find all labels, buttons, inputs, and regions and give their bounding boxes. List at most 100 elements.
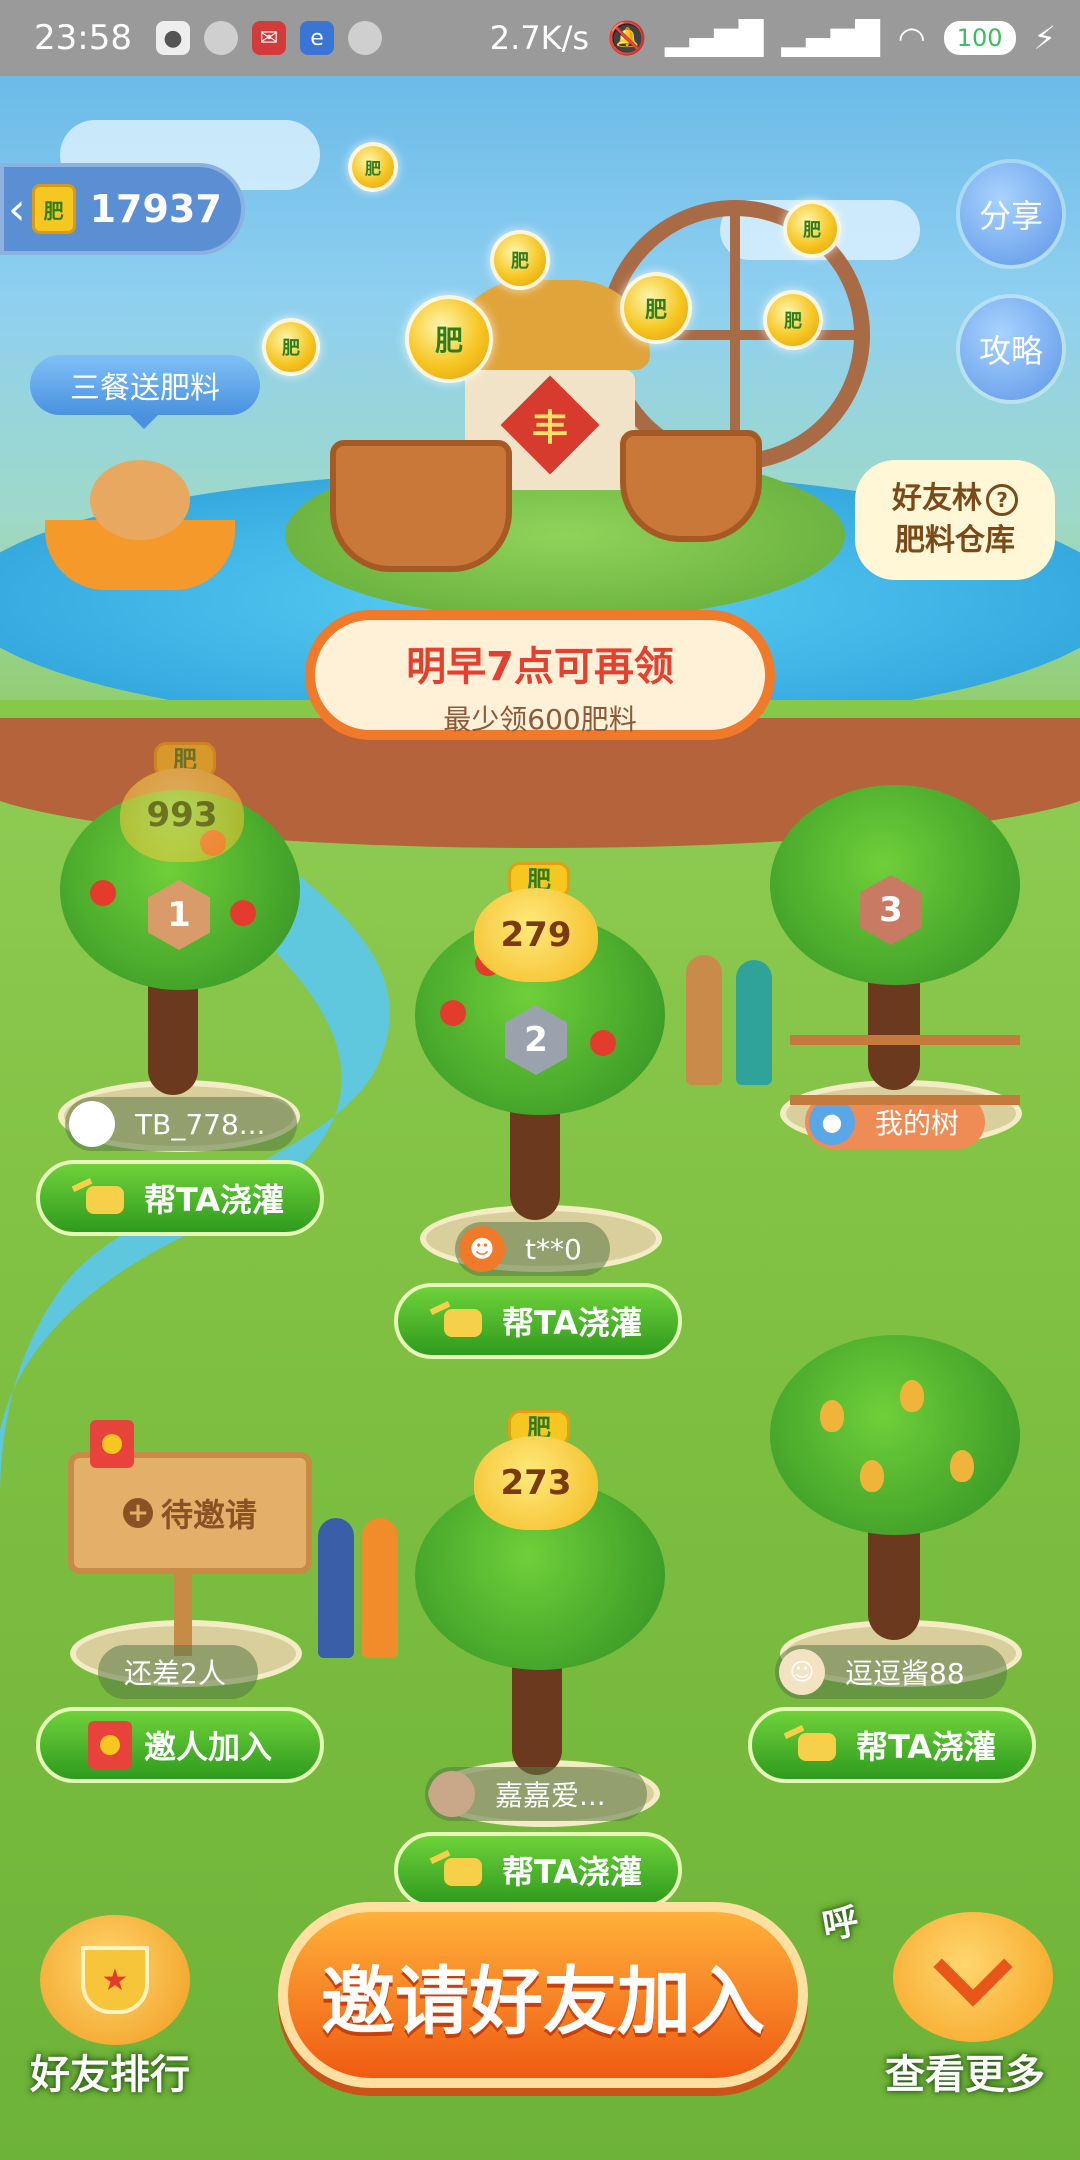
plus-icon: + [122,1498,153,1528]
battery-indicator: 100 [943,21,1016,55]
browser-icon: e [299,21,334,55]
apple [440,1000,466,1026]
apple [590,1030,616,1056]
invite-need-text: 还差2人 [124,1657,226,1690]
friend-name: 嘉嘉爱... [495,1779,606,1812]
fertilizer-pot[interactable]: 肥 279 [474,862,598,982]
net-speed: 2.7K/s [489,19,590,57]
circle-icon [203,21,238,55]
boy-figure [318,1518,354,1658]
watering-can-icon [434,1850,490,1890]
view-more-button[interactable] [893,1912,1053,2042]
fertilizer-pot[interactable]: 肥 273 [474,1410,598,1530]
avatar [429,1771,475,1817]
red-packet-icon [90,1420,134,1468]
signal-hd-icon: ▂▄▆█ [781,19,880,57]
pot-amount: 279 [474,888,598,982]
status-time: 23:58 [34,18,132,58]
status-bar: 23:58 ● ✉ e 2.7K/s 🔕 ▂▄▆█ ▂▄▆█ ◠ 100 ⚡ [0,0,1080,76]
friend-ranking-button[interactable]: ★ [40,1915,190,2045]
red-packet-icon [87,1721,132,1769]
invite-friends-button[interactable]: 邀请好友加入 [278,1902,808,2088]
invite-join-button[interactable]: 邀人加入 [36,1707,324,1783]
pear [950,1450,974,1482]
charging-icon: ⚡ [1033,19,1056,57]
friend-name-pill: ☺ 逗逗酱88 [775,1645,1007,1699]
friend-ranking-label[interactable]: 好友排行 [30,2042,190,2100]
next-claim-notice[interactable]: 明早7点可再领 最少领600肥料 [305,610,775,740]
harvest-sign: 丰 [500,375,600,475]
mute-icon: 🔕 [607,19,647,57]
water-button-label: 帮TA浇灌 [855,1728,997,1766]
share-button[interactable]: 分享 [960,163,1062,265]
balance-pill[interactable]: ‹ 肥 17937 [0,163,245,255]
notice-title: 明早7点可再领 [406,644,674,690]
back-icon[interactable]: ‹ [8,184,26,235]
wooden-fence [790,1035,1020,1105]
guide-button[interactable]: 攻略 [960,298,1062,400]
fertilizer-pot[interactable]: 肥 993 [120,742,244,862]
friend-name: TB_778... [135,1107,266,1141]
fertilizer-bubble[interactable]: 肥 [783,200,841,258]
watering-can-icon [788,1725,844,1765]
apple [230,900,256,926]
sticker-text: 呼 [819,1901,862,1948]
status-right: 2.7K/s 🔕 ▂▄▆█ ▂▄▆█ ◠ 100 ⚡ [490,0,1056,76]
fertilizer-bag-icon: 肥 [31,184,76,234]
fertilizer-bubble[interactable]: 肥 [348,142,398,192]
water-friend-button[interactable]: 帮TA浇灌 [748,1707,1036,1783]
fertilizer-warehouse-button[interactable]: 好友林? 肥料仓库 [855,460,1055,580]
water-friend-button[interactable]: 帮TA浇灌 [36,1160,324,1236]
grandma-figure [736,960,772,1085]
fertilizer-bubble[interactable]: 肥 [490,230,550,290]
fertilizer-bubble[interactable]: 肥 [620,272,692,344]
avatar: ● [809,1099,855,1145]
fertilizer-bubble[interactable]: 肥 [763,290,823,350]
pear [860,1460,884,1492]
water-button-label: 帮TA浇灌 [501,1304,643,1342]
friend-name-pill: ☻ t**0 [455,1222,610,1276]
pear [900,1380,924,1412]
pot-amount: 993 [120,768,244,862]
meal-fertilizer-tip[interactable]: 三餐送肥料 [30,355,260,429]
apple [90,880,116,906]
girl-figure [362,1518,398,1658]
watering-can-icon [434,1301,490,1341]
sign-post [174,1566,192,1656]
avatar: ☺ [779,1649,825,1695]
circle-icon [347,21,382,55]
water-friend-button[interactable]: 帮TA浇灌 [394,1832,682,1908]
friend-name: t**0 [525,1232,582,1266]
harvest-sign-text: 丰 [531,408,568,449]
post-icon: ✉ [251,21,286,55]
farm-screen: 23:58 ● ✉ e 2.7K/s 🔕 ▂▄▆█ ▂▄▆█ ◠ 100 ⚡ 丰 [0,0,1080,2160]
water-button-label: 帮TA浇灌 [501,1853,643,1891]
water-button-label: 帮TA浇灌 [143,1181,285,1219]
grandpa-figure [686,955,722,1085]
view-more-label[interactable]: 查看更多 [885,2042,1045,2100]
fertilizer-bubble[interactable]: 肥 [262,318,320,376]
fertilizer-bubble[interactable]: 肥 [405,295,493,383]
trophy-icon: ★ [81,1946,149,2014]
help-icon[interactable]: ? [986,483,1018,516]
pot-amount: 273 [474,1436,598,1530]
friend-name: 逗逗酱88 [845,1657,965,1690]
invite-join-label: 邀人加入 [143,1728,272,1766]
notice-subtitle: 最少领600肥料 [443,703,637,736]
friend-name-pill: 嘉嘉爱... [425,1767,647,1821]
vegetable-basket [330,440,512,572]
pending-invite-label: 待邀请 [160,1496,257,1534]
tree-canopy [770,1335,1020,1535]
watering-can-icon [76,1178,132,1218]
pending-invite-sign[interactable]: + 待邀请 [68,1452,312,1574]
cat-on-boat[interactable] [45,460,235,590]
signal-icon: ▂▄▆█ [664,19,764,57]
pear [820,1400,844,1432]
notification-icons: ● ✉ e [155,21,382,55]
my-tree-label: 我的树 [875,1107,960,1140]
avatar: ☻ [459,1226,505,1272]
warehouse-subtitle: 肥料仓库 [895,523,1015,558]
fertilizer-balance: 17937 [89,187,222,231]
water-friend-button[interactable]: 帮TA浇灌 [394,1283,682,1359]
wifi-icon: ◠ [897,19,926,57]
